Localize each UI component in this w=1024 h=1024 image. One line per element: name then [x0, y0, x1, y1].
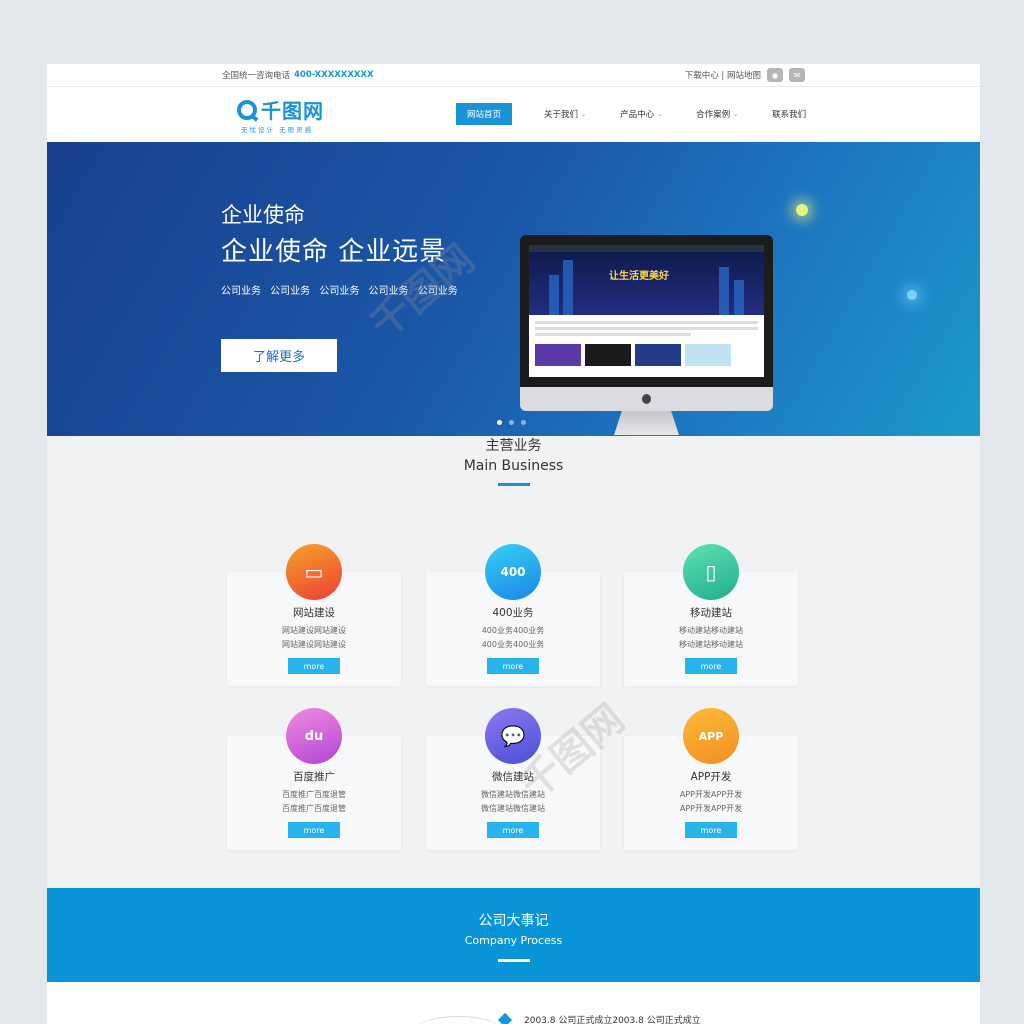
timeline-entry: 2003.8 公司正式成立2003.8 公司正式成立 — [524, 1016, 701, 1024]
service-name: 百度推广 — [293, 771, 335, 783]
light-glow — [907, 290, 917, 300]
monitor-screen: 让生活更美好 — [520, 235, 773, 387]
service-desc: APP开发APP开发 — [679, 804, 743, 813]
screen-headline: 让生活更美好 — [609, 271, 669, 282]
section-title-cn: 公司大事记 — [478, 913, 549, 929]
nav-label: 关于我们 — [544, 110, 579, 120]
service-card[interactable]: ▭ 网站建设 网站建设网站建设 网站建设网站建设 more — [227, 544, 401, 686]
service-card[interactable]: ▯ 移动建站 移动建站移动建站 移动建站移动建站 more — [624, 544, 798, 686]
mobile-icon: ▯ — [683, 544, 739, 600]
service-desc: 移动建站移动建站 — [679, 640, 743, 649]
hotline-number[interactable]: 400-XXXXXXXXX — [294, 70, 374, 80]
service-card[interactable]: 400 400业务 400业务400业务 400业务400业务 more — [426, 544, 600, 686]
section-title-cn: 主营业务 — [485, 438, 542, 454]
service-desc: 微信建站微信建站 — [481, 790, 545, 799]
banner-subtitle: 公司业务 公司业务 公司业务 公司业务 公司业务 — [221, 286, 458, 297]
timeline-marker-icon — [497, 1012, 513, 1024]
more-button[interactable]: more — [288, 658, 340, 674]
carousel-dot[interactable] — [497, 420, 502, 425]
service-desc: 百度推广百度退管 — [282, 804, 346, 813]
title-underline — [497, 959, 530, 962]
title-underline — [497, 483, 530, 486]
service-desc: 百度推广百度退管 — [282, 790, 346, 799]
section-title-en: Main Business — [463, 458, 564, 474]
monitor-illustration: 让生活更美好 — [520, 235, 773, 435]
service-card[interactable]: APP APP开发 APP开发APP开发 APP开发APP开发 more — [624, 708, 798, 850]
carousel-dot[interactable] — [521, 420, 526, 425]
service-desc: 移动建站移动建站 — [679, 626, 743, 635]
service-name: APP开发 — [690, 771, 732, 783]
nav-item-contact[interactable]: 联系我们 — [772, 108, 806, 120]
banner-title-small: 企业使命 — [221, 203, 305, 227]
nav-item-about[interactable]: 关于我们 ⌄ — [544, 108, 586, 120]
timeline: 2003.8 公司正式成立2003.8 公司正式成立 — [47, 982, 980, 1024]
service-desc: 网站建设网站建设 — [282, 626, 346, 635]
service-desc: 微信建站微信建站 — [481, 804, 545, 813]
timeline-arc — [413, 1016, 503, 1024]
chevron-down-icon: ⌄ — [657, 110, 663, 118]
carousel-dot[interactable] — [509, 420, 514, 425]
banner-title-big: 企业使命 企业远景 — [221, 237, 447, 267]
laptop-icon: ▭ — [286, 544, 342, 600]
service-desc: 网站建设网站建设 — [282, 640, 346, 649]
service-name: 400业务 — [492, 607, 534, 619]
header: 千图网 无忧设计 无限灵感 网站首页 关于我们 ⌄ 产品中心 ⌄ 合作案例 ⌄ 联系我… — [47, 87, 980, 142]
wechat-icon[interactable]: ✉ — [789, 68, 805, 82]
learn-more-button[interactable]: 了解更多 — [221, 339, 337, 372]
top-links[interactable]: 下载中心 | 网站地图 — [685, 69, 761, 81]
nav-item-products[interactable]: 产品中心 ⌄ — [620, 108, 662, 120]
weibo-icon[interactable]: ◉ — [767, 68, 783, 82]
service-name: 微信建站 — [492, 771, 534, 783]
light-glow — [796, 204, 808, 216]
baidu-paw-icon: du — [286, 708, 342, 764]
main-business-section: 主营业务 Main Business — [47, 435, 980, 486]
service-desc: 400业务400业务 — [481, 640, 545, 649]
more-button[interactable]: more — [685, 822, 737, 838]
nav-label: 合作案例 — [696, 110, 731, 120]
more-button[interactable]: more — [288, 822, 340, 838]
apple-logo-icon — [642, 394, 651, 404]
logo[interactable]: 千图网 无忧设计 无限灵感 — [237, 95, 324, 134]
service-desc: 400业务400业务 — [481, 626, 545, 635]
top-bar: 全国统一咨询电话 400-XXXXXXXXX 下载中心 | 网站地图 ◉ ✉ — [47, 64, 980, 87]
wechat-icon: 💬 — [485, 708, 541, 764]
more-button[interactable]: more — [685, 658, 737, 674]
hero-banner: 企业使命 企业使命 企业远景 公司业务 公司业务 公司业务 公司业务 公司业务 … — [47, 142, 980, 436]
nav-label: 联系我们 — [772, 110, 807, 120]
page: 全国统一咨询电话 400-XXXXXXXXX 下载中心 | 网站地图 ◉ ✉ 千… — [47, 64, 980, 1024]
service-desc: APP开发APP开发 — [679, 790, 743, 799]
more-button[interactable]: more — [487, 822, 539, 838]
carousel-dots — [497, 420, 526, 425]
chevron-down-icon: ⌄ — [733, 110, 739, 118]
service-name: 网站建设 — [293, 607, 335, 619]
service-card[interactable]: 💬 微信建站 微信建站微信建站 微信建站微信建站 more — [426, 708, 600, 850]
more-button[interactable]: more — [487, 658, 539, 674]
company-process-section: 公司大事记 Company Process — [47, 888, 980, 982]
service-card[interactable]: du 百度推广 百度推广百度退管 百度推广百度退管 more — [227, 708, 401, 850]
app-icon: APP — [683, 708, 739, 764]
section-title-en: Company Process — [464, 934, 563, 947]
nav-label: 产品中心 — [620, 110, 655, 120]
main-nav: 网站首页 关于我们 ⌄ 产品中心 ⌄ 合作案例 ⌄ 联系我们 — [456, 103, 840, 125]
nav-item-cases[interactable]: 合作案例 ⌄ — [696, 108, 738, 120]
nav-label: 网站首页 — [467, 110, 502, 120]
logo-slogan: 无忧设计 无限灵感 — [241, 126, 314, 134]
chevron-down-icon: ⌄ — [581, 110, 587, 118]
logo-mark-icon — [237, 99, 257, 120]
hotline-label: 全国统一咨询电话 — [222, 71, 291, 81]
nav-item-home[interactable]: 网站首页 — [456, 103, 513, 125]
logo-text: 千图网 — [261, 99, 324, 123]
phone-400-icon: 400 — [485, 544, 541, 600]
service-name: 移动建站 — [690, 607, 732, 619]
